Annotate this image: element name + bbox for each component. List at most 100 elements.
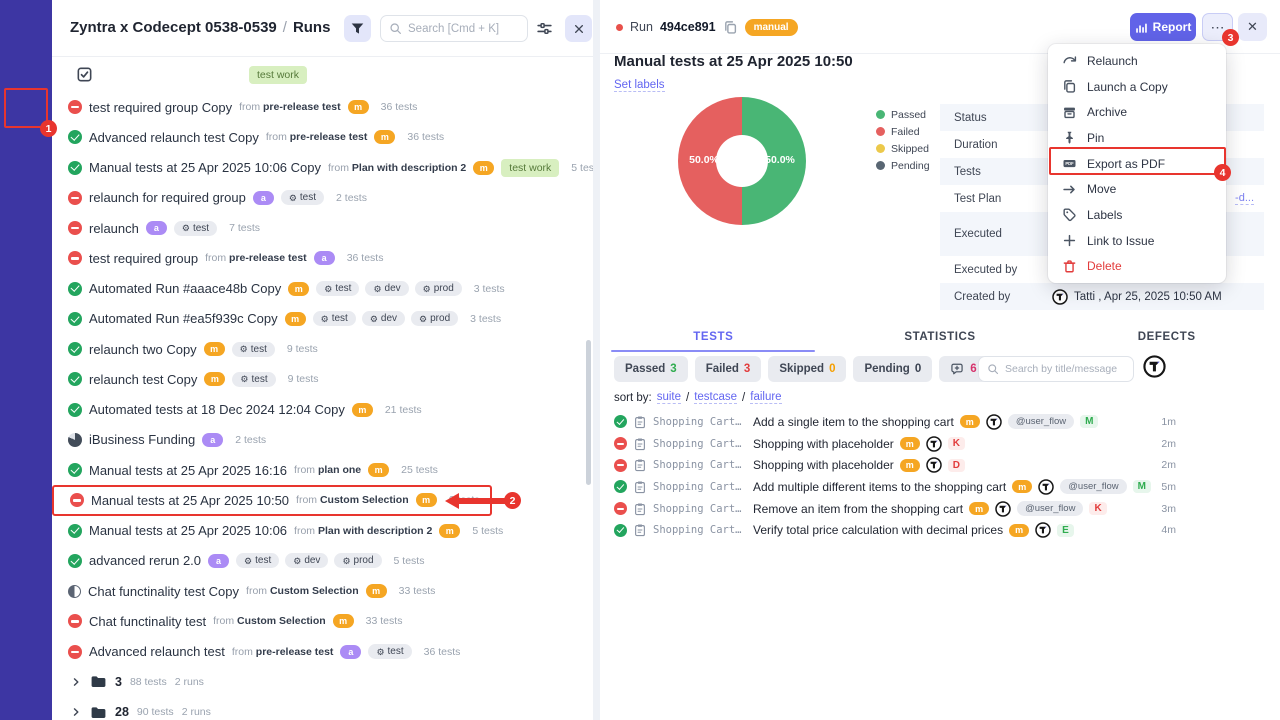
- run-group-row[interactable]: 3 88 tests 2 runs: [52, 667, 593, 697]
- test-mode-badge: m: [900, 459, 920, 472]
- run-plan-name: pre-release test: [263, 101, 341, 113]
- info-row: Created by Tatti , Apr 25, 2025 10:50 AM: [940, 283, 1264, 310]
- filter-label-badge[interactable]: test work: [249, 66, 307, 84]
- legend-label: Skipped: [891, 143, 929, 155]
- run-list-item[interactable]: Automated Run #ea5f939c Copy m ⚙test⚙dev…: [52, 304, 511, 334]
- test-plan-link[interactable]: -d...: [1235, 192, 1254, 205]
- test-suite: Shopping Cart…: [653, 524, 747, 536]
- test-status-icon: [614, 437, 627, 450]
- run-list-item[interactable]: Automated Run #aaace48b Copy m ⚙test⚙dev…: [52, 274, 515, 304]
- menu-item[interactable]: Archive: [1048, 99, 1226, 125]
- run-list-item[interactable]: relaunch for required group a ⚙test 2 te…: [52, 183, 377, 213]
- env-chip: ⚙test: [313, 311, 356, 326]
- test-row[interactable]: Shopping Cart… Shopping with placeholder…: [600, 454, 1280, 476]
- menu-item[interactable]: Link to Issue: [1048, 228, 1226, 254]
- run-env-chips: ⚙test: [368, 644, 411, 659]
- env-chip: ⚙prod: [411, 311, 458, 326]
- test-row[interactable]: Shopping Cart… Remove an item from the s…: [600, 498, 1280, 520]
- runs-search[interactable]: [380, 15, 528, 42]
- run-list-item[interactable]: relaunch test Copy m ⚙test 9 tests: [52, 364, 329, 394]
- run-list-item[interactable]: test required group Copy from pre-releas…: [52, 92, 427, 122]
- sort-by-failure[interactable]: failure: [750, 391, 781, 404]
- test-duration: 4m: [1161, 524, 1176, 536]
- run-tests-count: 3 tests: [474, 283, 505, 295]
- test-row[interactable]: Shopping Cart… Verify total price calcul…: [600, 519, 1280, 541]
- run-group-row[interactable]: 28 90 tests 2 runs: [52, 697, 593, 720]
- run-status-icon: [68, 463, 82, 477]
- run-list-item[interactable]: Manual tests at 25 Apr 2025 10:50 from C…: [52, 485, 492, 515]
- gear-icon: ⚙: [244, 556, 252, 566]
- run-title: Manual tests at 25 Apr 2025 10:06 Copy: [89, 160, 321, 175]
- detail-tab[interactable]: TESTS: [600, 322, 827, 352]
- run-mode-badge: m: [368, 463, 389, 477]
- run-list-item[interactable]: Manual tests at 25 Apr 2025 10:06 Copy f…: [52, 153, 593, 183]
- run-plan-name: Custom Selection: [320, 494, 409, 506]
- chevron-right-icon[interactable]: [70, 676, 82, 688]
- test-duration: 2m: [1161, 438, 1176, 450]
- menu-item[interactable]: Relaunch: [1048, 48, 1226, 74]
- detail-close-button[interactable]: ✕: [1238, 13, 1267, 41]
- run-mode-badge: m: [204, 342, 225, 356]
- run-list-item[interactable]: relaunch two Copy m ⚙test 9 tests: [52, 334, 328, 364]
- menu-item[interactable]: Move: [1048, 176, 1226, 202]
- tests-search-input[interactable]: [1005, 363, 1125, 375]
- report-button[interactable]: Report: [1130, 13, 1196, 41]
- test-mode-badge: m: [1012, 480, 1032, 493]
- run-list-item[interactable]: iBusiness Funding a 2 tests: [52, 425, 276, 455]
- scrollbar-thumb[interactable]: [586, 340, 591, 485]
- legend-dot: [876, 144, 885, 153]
- status-filter-chip[interactable]: Pending 0: [853, 356, 932, 382]
- detail-tab[interactable]: STATISTICS: [827, 322, 1054, 352]
- milestone-badge: E: [1057, 524, 1074, 537]
- test-duration: 1m: [1161, 416, 1176, 428]
- test-suite: Shopping Cart…: [653, 416, 747, 428]
- run-list-item[interactable]: Automated tests at 18 Dec 2024 12:04 Cop…: [52, 395, 432, 425]
- test-status-icon: [614, 459, 627, 472]
- chevron-right-icon[interactable]: [70, 706, 82, 718]
- sliders-icon[interactable]: [536, 20, 553, 37]
- sort-by-suite[interactable]: suite: [657, 391, 681, 404]
- filter-button[interactable]: [344, 15, 371, 42]
- milestone-badge: K: [1089, 502, 1106, 515]
- status-filter-chip[interactable]: Passed 3: [614, 356, 688, 382]
- run-list-item[interactable]: Advanced relaunch test from pre-release …: [52, 637, 470, 667]
- run-list-item[interactable]: Manual tests at 25 Apr 2025 10:06 from P…: [52, 516, 513, 546]
- menu-item[interactable]: Delete: [1048, 254, 1226, 280]
- run-list-item[interactable]: relaunch a ⚙test 7 tests: [52, 213, 270, 243]
- detail-tab[interactable]: DEFECTS: [1053, 322, 1280, 352]
- copy-icon[interactable]: [723, 20, 738, 35]
- run-title: relaunch two Copy: [89, 342, 197, 357]
- run-source: from plan one: [294, 464, 361, 476]
- tests-search[interactable]: [978, 356, 1134, 382]
- sort-by-testcase[interactable]: testcase: [694, 391, 737, 404]
- test-row[interactable]: Shopping Cart… Shopping with placeholder…: [600, 433, 1280, 455]
- gear-icon: ⚙: [293, 556, 301, 566]
- clipboard-icon: [633, 458, 647, 472]
- run-status-icon: [68, 130, 82, 144]
- run-list-item[interactable]: test required group from pre-release tes…: [52, 243, 393, 273]
- test-suite: Shopping Cart…: [653, 438, 747, 450]
- test-tag: @user_flow: [1008, 414, 1074, 429]
- test-row[interactable]: Shopping Cart… Add a single item to the …: [600, 411, 1280, 433]
- run-list-item[interactable]: Chat functinality test Copy from Custom …: [52, 576, 445, 606]
- runs-search-input[interactable]: [408, 23, 519, 35]
- set-labels-link[interactable]: Set labels: [614, 79, 665, 92]
- passed-percent-label: 50.0%: [758, 154, 802, 166]
- test-row[interactable]: Shopping Cart… Add multiple different it…: [600, 476, 1280, 498]
- run-list-item[interactable]: advanced rerun 2.0 a ⚙test⚙dev⚙prod 5 te…: [52, 546, 434, 576]
- menu-item[interactable]: Labels: [1048, 202, 1226, 228]
- test-status-icon: [614, 524, 627, 537]
- legend-dot: [876, 127, 885, 136]
- assignee-avatar[interactable]: [1143, 355, 1166, 378]
- run-list-item[interactable]: Manual tests at 25 Apr 2025 16:16 from p…: [52, 455, 448, 485]
- runs-panel-close-button[interactable]: [565, 15, 592, 42]
- menu-item[interactable]: Launch a Copy: [1048, 74, 1226, 100]
- run-status-icon: [68, 524, 82, 538]
- run-tests-count: 36 tests: [347, 252, 384, 264]
- run-list-item[interactable]: Advanced relaunch test Copy from pre-rel…: [52, 122, 454, 152]
- status-filter-chip[interactable]: Skipped 0: [768, 356, 846, 382]
- checkbox-icon[interactable]: [76, 66, 93, 83]
- test-tag: @user_flow: [1017, 501, 1083, 516]
- status-filter-chip[interactable]: Failed 3: [695, 356, 762, 382]
- run-list-item[interactable]: Chat functinality test from Custom Selec…: [52, 606, 412, 636]
